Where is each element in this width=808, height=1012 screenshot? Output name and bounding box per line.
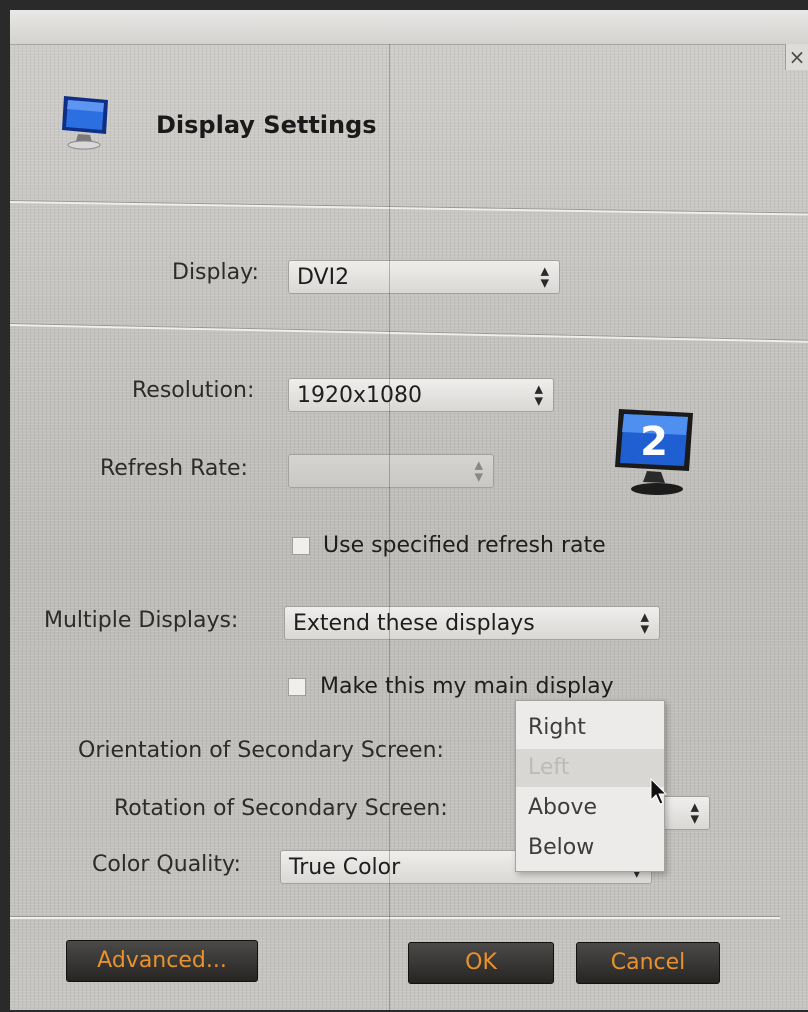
display-settings-dialog: × Display Settings Display: DVI2 ▴ ▾ Reso…	[10, 10, 808, 1010]
color-quality-label: Color Quality:	[92, 852, 241, 877]
dialog-title: Display Settings	[156, 111, 377, 139]
resolution-value: 1920x1080	[297, 383, 422, 408]
screen-artifact-line	[389, 44, 390, 1010]
monitor-number-badge: 2	[640, 419, 668, 465]
monitor-icon	[62, 96, 108, 150]
ok-button[interactable]: OK	[408, 942, 554, 984]
close-icon[interactable]: ×	[785, 44, 808, 70]
display-value: DVI2	[297, 265, 350, 290]
dropdown-option-above[interactable]: Above	[516, 789, 664, 827]
resolution-label: Resolution:	[132, 378, 255, 403]
monitor-icon: 2	[615, 409, 693, 495]
multiple-displays-select[interactable]: Extend these displays ▴ ▾	[284, 606, 660, 640]
mouse-pointer-icon	[650, 778, 668, 805]
window-titlebar[interactable]	[10, 10, 808, 45]
orientation-dropdown-list[interactable]: Right Left Above Below	[515, 700, 665, 872]
resolution-select[interactable]: 1920x1080 ▴ ▾	[288, 378, 554, 412]
main-display-checkbox[interactable]	[288, 678, 306, 696]
header-separator	[10, 200, 808, 216]
display-select[interactable]: DVI2 ▴ ▾	[288, 260, 560, 294]
updown-arrows-icon: ▴▾	[640, 607, 649, 639]
updown-arrows-icon: ▴▾	[690, 797, 699, 829]
updown-arrows-icon: ▴▾	[540, 261, 549, 293]
display-separator	[10, 323, 808, 343]
updown-arrows-icon: ▴▾	[534, 379, 543, 411]
dropdown-option-below[interactable]: Below	[516, 829, 664, 867]
refresh-rate-label: Refresh Rate:	[100, 456, 248, 481]
display-label: Display:	[172, 260, 259, 285]
use-refresh-rate-label: Use specified refresh rate	[323, 533, 606, 558]
multiple-displays-value: Extend these displays	[293, 611, 535, 636]
cancel-button[interactable]: Cancel	[576, 942, 720, 984]
refresh-rate-select[interactable]: ▴ ▾	[288, 454, 494, 488]
main-display-label: Make this my main display	[320, 674, 614, 699]
advanced-button[interactable]: Advanced...	[66, 940, 258, 982]
color-quality-value: True Color	[289, 855, 401, 880]
multiple-displays-label: Multiple Displays:	[44, 608, 239, 633]
dropdown-option-left[interactable]: Left	[516, 749, 664, 787]
dropdown-option-right[interactable]: Right	[516, 709, 664, 747]
rotation-label: Rotation of Secondary Screen:	[114, 796, 448, 821]
footer-separator	[10, 916, 780, 919]
updown-arrows-icon: ▴▾	[474, 455, 483, 487]
use-refresh-rate-checkbox[interactable]	[292, 537, 310, 555]
